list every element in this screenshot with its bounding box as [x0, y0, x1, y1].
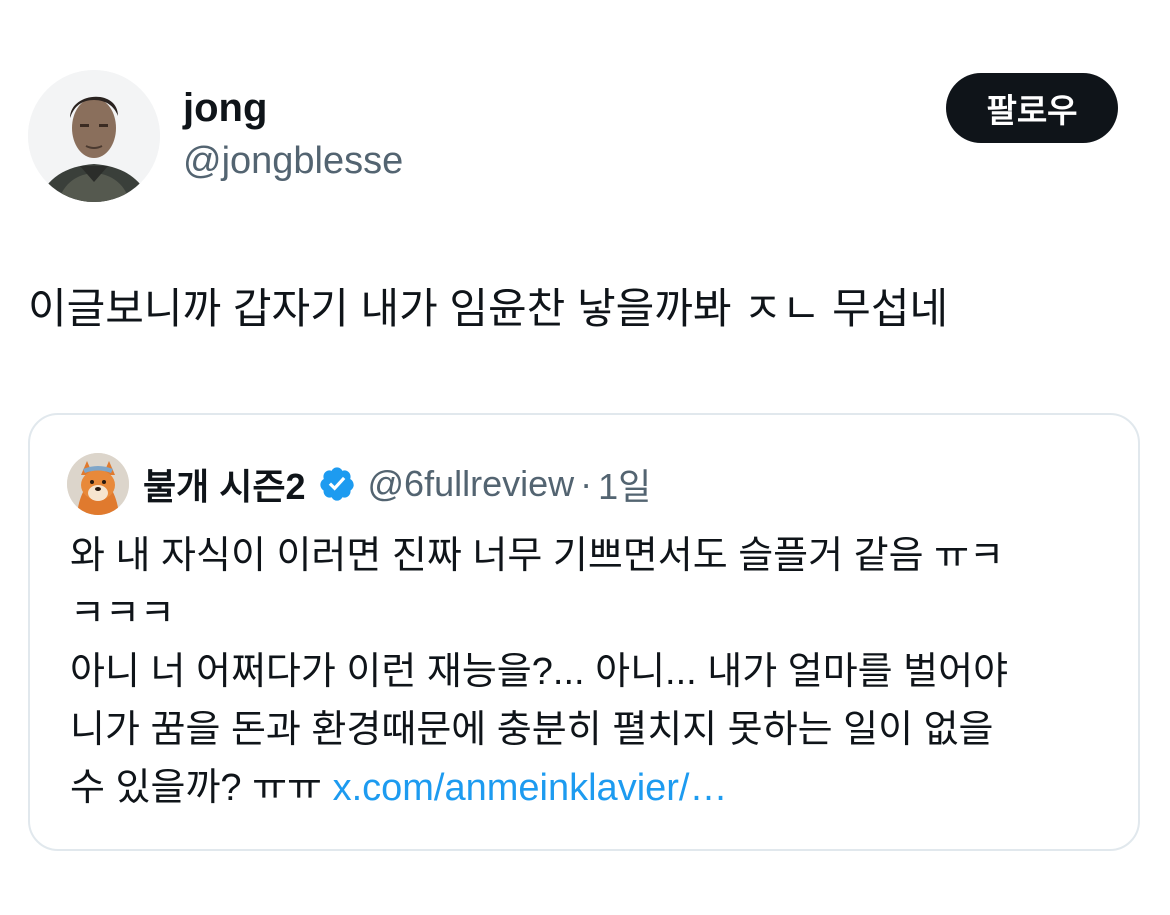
author-handle[interactable]: @jongblesse — [183, 134, 403, 188]
quoted-tweet-time[interactable]: 1일 — [598, 458, 651, 510]
quoted-author-display-name[interactable]: 불개 시즌2 — [143, 458, 306, 510]
verified-badge-icon — [319, 467, 354, 501]
tweet-text: 이글보니까 갑자기 내가 임윤찬 낳을까봐 ㅈㄴ 무섭네 — [28, 285, 949, 332]
quoted-author-handle[interactable]: @6fullreview — [368, 463, 575, 505]
quoted-text-line: 와 내 자식이 이러면 진짜 너무 기쁘면서도 슬플거 같음 ㅠㅋ — [70, 535, 1005, 577]
quoted-text-tail: 수 있을까? ㅠㅠ — [70, 767, 333, 809]
quoted-tweet[interactable]: 불개 시즌2 @6fullreview · 1일 와 내 자식이 이러면 진짜 … — [28, 413, 1140, 851]
author-avatar[interactable] — [28, 70, 160, 202]
quoted-tweet-text: 와 내 자식이 이러면 진짜 너무 기쁘면서도 슬플거 같음 ㅠㅋ ㅋㅋㅋ 아니… — [70, 527, 1110, 817]
quoted-author-avatar[interactable] — [67, 453, 129, 515]
quoted-tweet-link[interactable]: x.com/anmeinklavier/… — [333, 767, 728, 809]
quoted-text-line: 니가 꿈을 돈과 환경때문에 충분히 펼치지 못하는 일이 없을 — [70, 709, 994, 751]
separator-dot: · — [580, 463, 593, 504]
author-display-name[interactable]: jong — [183, 82, 403, 134]
tweet-header: jong @jongblesse 팔로우 — [28, 70, 1143, 202]
profile-photo-icon — [28, 70, 160, 202]
shiba-dog-icon — [67, 453, 129, 515]
quoted-text-last-line: 수 있을까? ㅠㅠ x.com/anmeinklavier/… — [70, 759, 1110, 817]
follow-button[interactable]: 팔로우 — [946, 73, 1118, 143]
author-info: jong @jongblesse — [183, 82, 403, 188]
quoted-text-line: ㅋㅋㅋ — [70, 593, 175, 635]
quoted-text-line: 아니 너 어쩌다가 이런 재능을?... 아니... 내가 얼마를 벌어야 — [70, 651, 1009, 693]
quoted-tweet-header: 불개 시즌2 @6fullreview · 1일 — [67, 452, 651, 516]
tweet-card: jong @jongblesse 팔로우 이글보니까 갑자기 내가 임윤찬 낳을… — [0, 0, 1170, 915]
